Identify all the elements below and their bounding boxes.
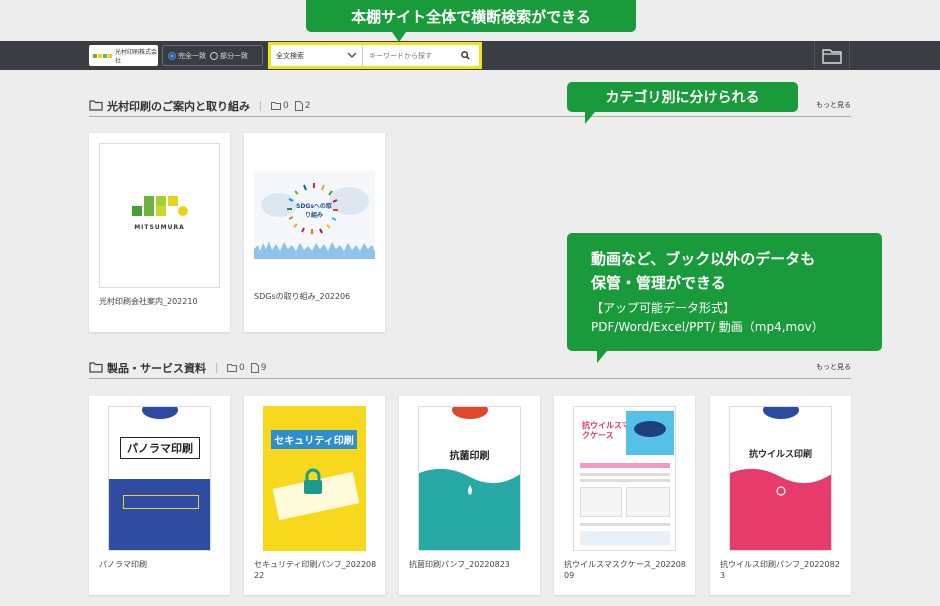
callout-data-formats: 動画など、ブック以外のデータも 保管・管理ができる 【アップ可能データ形式】 P…: [567, 233, 882, 363]
lock-icon: [304, 468, 322, 494]
book-title[interactable]: 光村印刷会社案内_202210: [99, 296, 223, 307]
book-card[interactable]: セキュリティ印刷 セキュリティ印刷パンフ_20220822: [244, 396, 385, 595]
search-scope-select[interactable]: 全文検索: [271, 45, 363, 66]
divider: [216, 362, 217, 373]
book-card[interactable]: 抗菌印刷 抗菌印刷パンフ_20220823: [399, 396, 540, 595]
file-count-value: 9: [260, 362, 267, 373]
search-scope-value: 全文検索: [276, 51, 304, 60]
book-title[interactable]: 抗菌印刷パンフ_20220823: [409, 559, 533, 570]
cover-title: パノラマ印刷: [120, 437, 200, 459]
match-partial-label: 部分一致: [220, 51, 248, 60]
book-cover[interactable]: 抗ウイルス印刷: [729, 406, 832, 551]
folder-count: 0: [227, 363, 245, 373]
divider: [260, 100, 261, 111]
cover-title: セキュリティ印刷: [271, 430, 357, 449]
cover-title: MITSUMURA: [134, 224, 185, 231]
cover-title: 抗ウイルス印刷: [748, 450, 812, 460]
section-title[interactable]: 製品・サービス資料: [107, 360, 206, 376]
match-exact-option[interactable]: 完全一致: [168, 51, 206, 61]
file-count-value: 2: [304, 100, 311, 111]
folder-icon: [822, 48, 842, 64]
book-cover[interactable]: 抗菌印刷: [418, 406, 521, 551]
folder-button[interactable]: [814, 41, 850, 70]
cover-wave-art: [730, 468, 831, 550]
book-title[interactable]: SDGsの取り組み_202206: [254, 291, 378, 302]
file-icon: [294, 100, 303, 111]
book-title[interactable]: セキュリティ印刷パンフ_20220822: [254, 559, 378, 581]
file-count: 2: [294, 100, 311, 111]
book-title[interactable]: パノラマ印刷: [99, 559, 223, 570]
match-mode-selector: 完全一致 部分一致: [162, 45, 263, 66]
logo-text: 光村印刷株式会社: [115, 48, 158, 65]
folder-count-value: 0: [239, 362, 245, 373]
book-cover[interactable]: MITSUMURA: [99, 143, 220, 288]
book-card[interactable]: 抗ウイルスマスクケース 抗ウイルスマスクケース_20220809: [554, 396, 695, 595]
callout-cross-search: 本棚サイト全体で横断検索ができる: [306, 0, 636, 42]
book-cover[interactable]: SDGsへの取り組み: [254, 171, 375, 259]
callout-category: カテゴリ別に分けられる: [567, 82, 798, 124]
cover-title: SDGsへの取り組み: [296, 203, 332, 219]
callout-data-line2: 保管・管理ができる: [591, 274, 726, 292]
book-cover[interactable]: パノラマ印刷: [108, 406, 211, 551]
callout-category-text: カテゴリ別に分けられる: [605, 90, 760, 106]
radio-selected-icon[interactable]: [168, 51, 176, 60]
book-card[interactable]: 抗ウイルス印刷 抗ウイルス印刷パンフ_20220823: [710, 396, 851, 595]
book-card[interactable]: パノラマ印刷 パノラマ印刷: [89, 396, 230, 595]
search-input[interactable]: [363, 45, 453, 66]
folder-count: 0: [271, 101, 289, 111]
cover-title: 抗菌印刷: [449, 451, 490, 462]
radio-icon[interactable]: [210, 51, 218, 60]
company-logo[interactable]: 光村印刷株式会社: [89, 45, 158, 66]
chevron-down-icon: [347, 52, 357, 59]
match-exact-label: 完全一致: [178, 51, 206, 60]
book-card[interactable]: MITSUMURA 光村印刷会社案内_202210: [89, 133, 230, 332]
cover-wave-art: [419, 468, 520, 550]
more-link[interactable]: もっと見る: [816, 362, 851, 372]
book-card[interactable]: SDGsへの取り組み SDGsの取り組み_202206: [244, 133, 385, 332]
file-icon: [250, 362, 259, 373]
callout-data-line4: PDF/Word/Excel/PPT/ 動画（mp4,mov）: [591, 320, 824, 334]
search-button[interactable]: [453, 45, 477, 66]
section-title[interactable]: 光村印刷のご案内と取り組み: [107, 98, 250, 114]
folder-count-value: 0: [283, 100, 289, 111]
section-header-products: 製品・サービス資料 0 9 もっと見る: [89, 357, 851, 379]
book-cover[interactable]: セキュリティ印刷: [263, 406, 366, 551]
folder-icon: [227, 363, 237, 372]
search-icon: [460, 51, 470, 60]
file-count: 9: [250, 362, 267, 373]
callout-data-line1: 動画など、ブック以外のデータも: [591, 250, 816, 268]
match-partial-option[interactable]: 部分一致: [210, 51, 248, 61]
more-link[interactable]: もっと見る: [816, 100, 851, 110]
folder-icon: [271, 101, 281, 110]
folder-icon: [89, 362, 103, 373]
folder-icon: [89, 100, 103, 111]
book-title[interactable]: 抗ウイルスマスクケース_20220809: [564, 559, 688, 581]
book-cover[interactable]: 抗ウイルスマスクケース: [573, 406, 676, 551]
book-title[interactable]: 抗ウイルス印刷パンフ_20220823: [720, 559, 844, 581]
search-area: 全文検索: [268, 42, 482, 69]
mitsumura-mark-icon: [132, 196, 188, 216]
callout-cross-search-text: 本棚サイト全体で横断検索ができる: [351, 7, 591, 26]
callout-data-line3: 【アップ可能データ形式】: [591, 301, 736, 315]
logo-mark-icon: [93, 53, 112, 58]
